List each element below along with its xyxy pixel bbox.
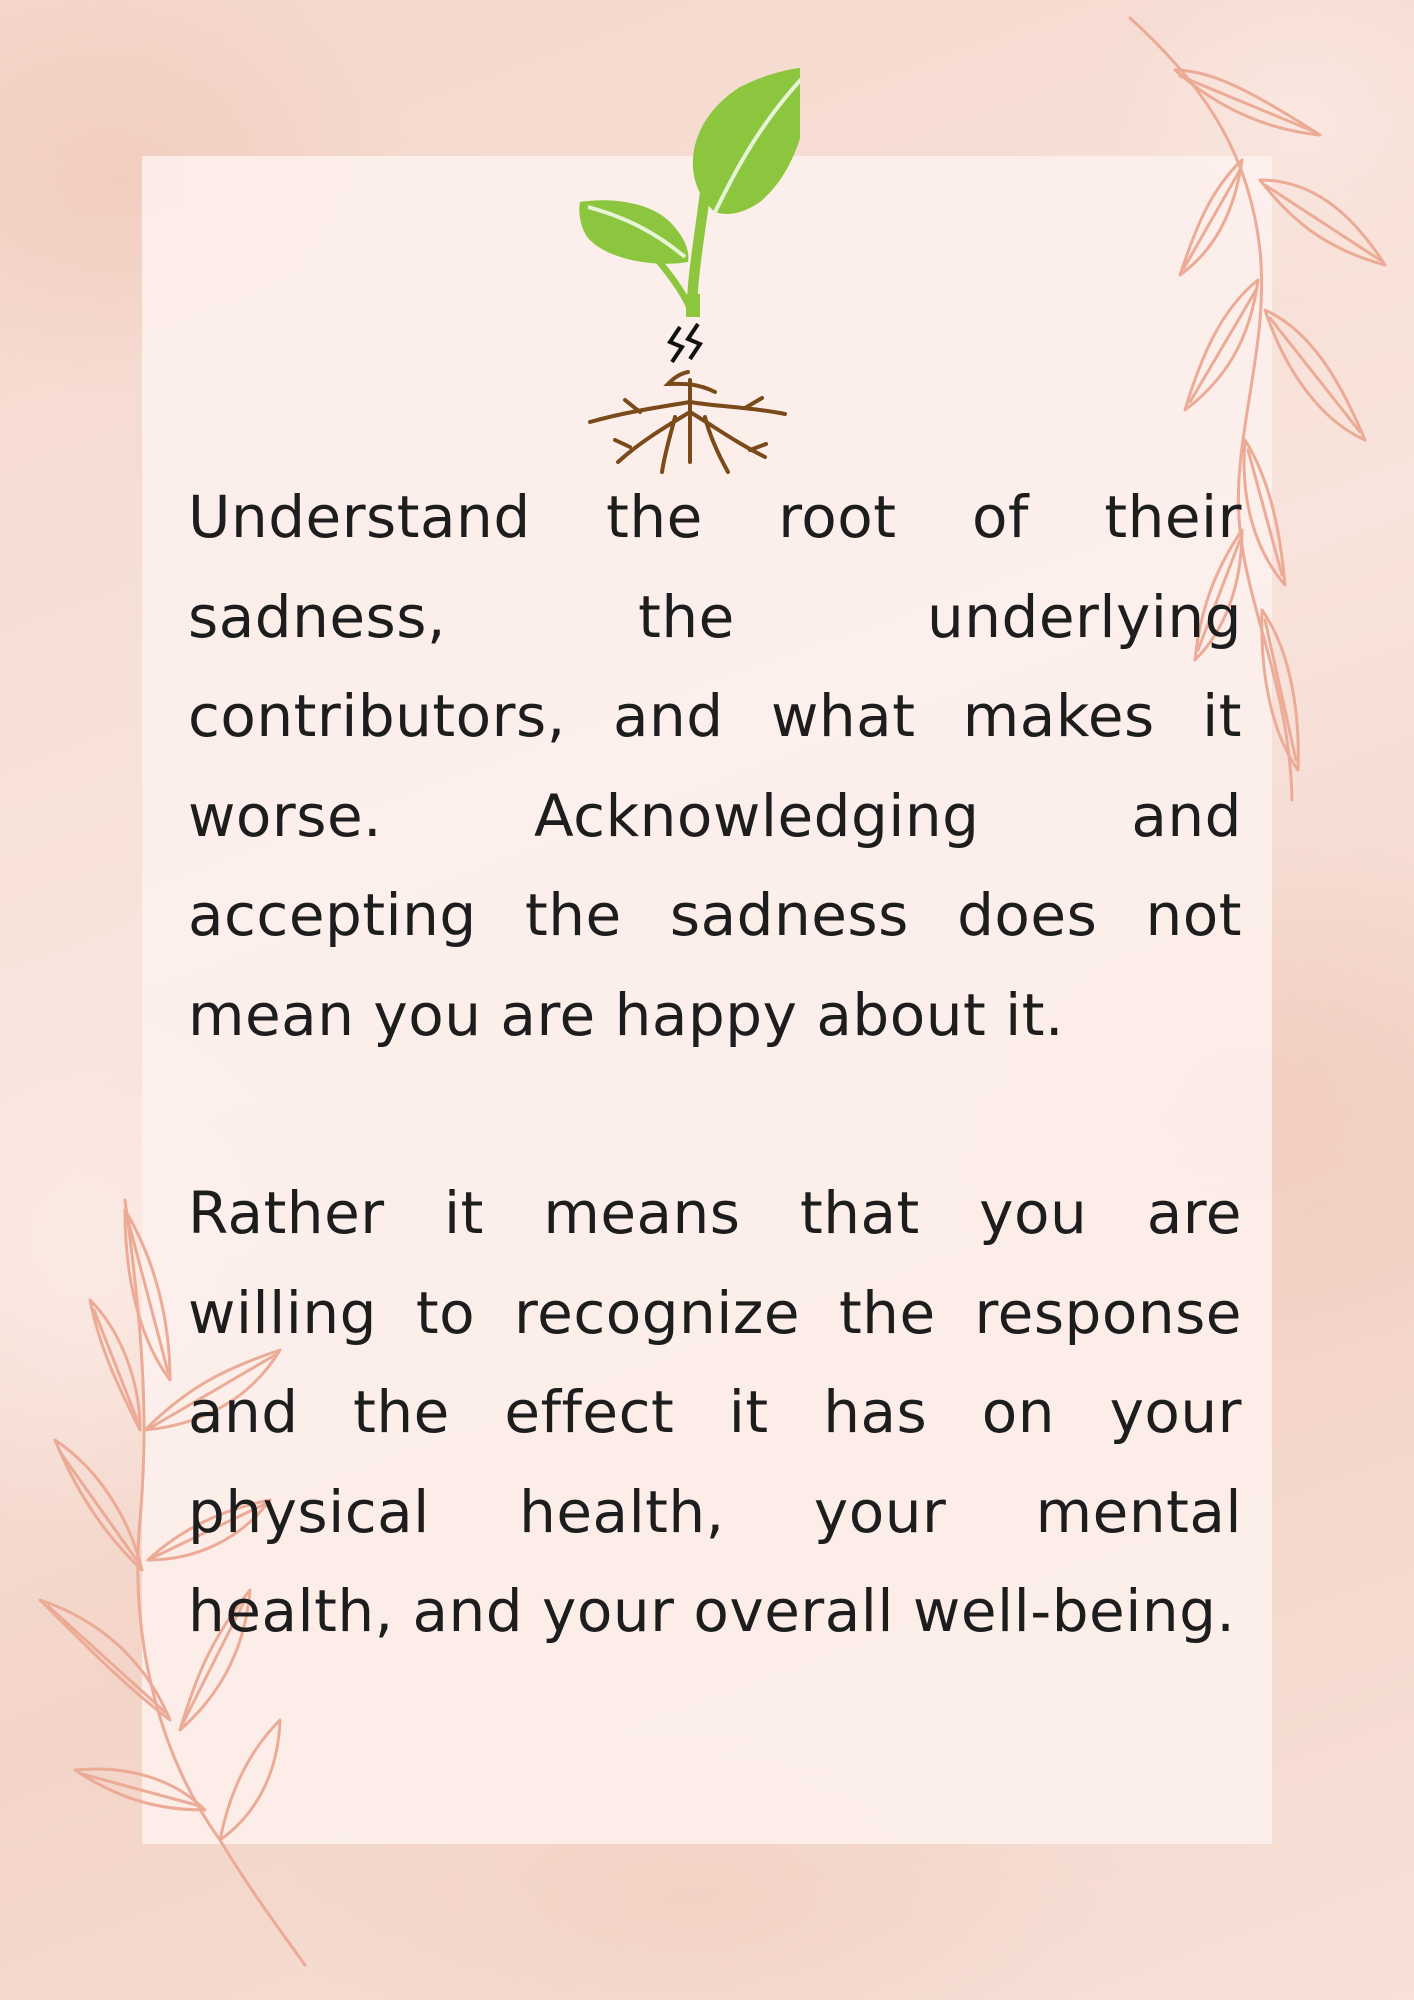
body-text: Understand the root of their sadness, th…	[188, 468, 1242, 1662]
paragraph-rather-it-means: Rather it means that you are willing to …	[188, 1179, 1242, 1645]
sprout-with-broken-root-icon	[579, 67, 800, 474]
paragraph-understand-root: Understand the root of their sadness, th…	[188, 483, 1242, 1049]
